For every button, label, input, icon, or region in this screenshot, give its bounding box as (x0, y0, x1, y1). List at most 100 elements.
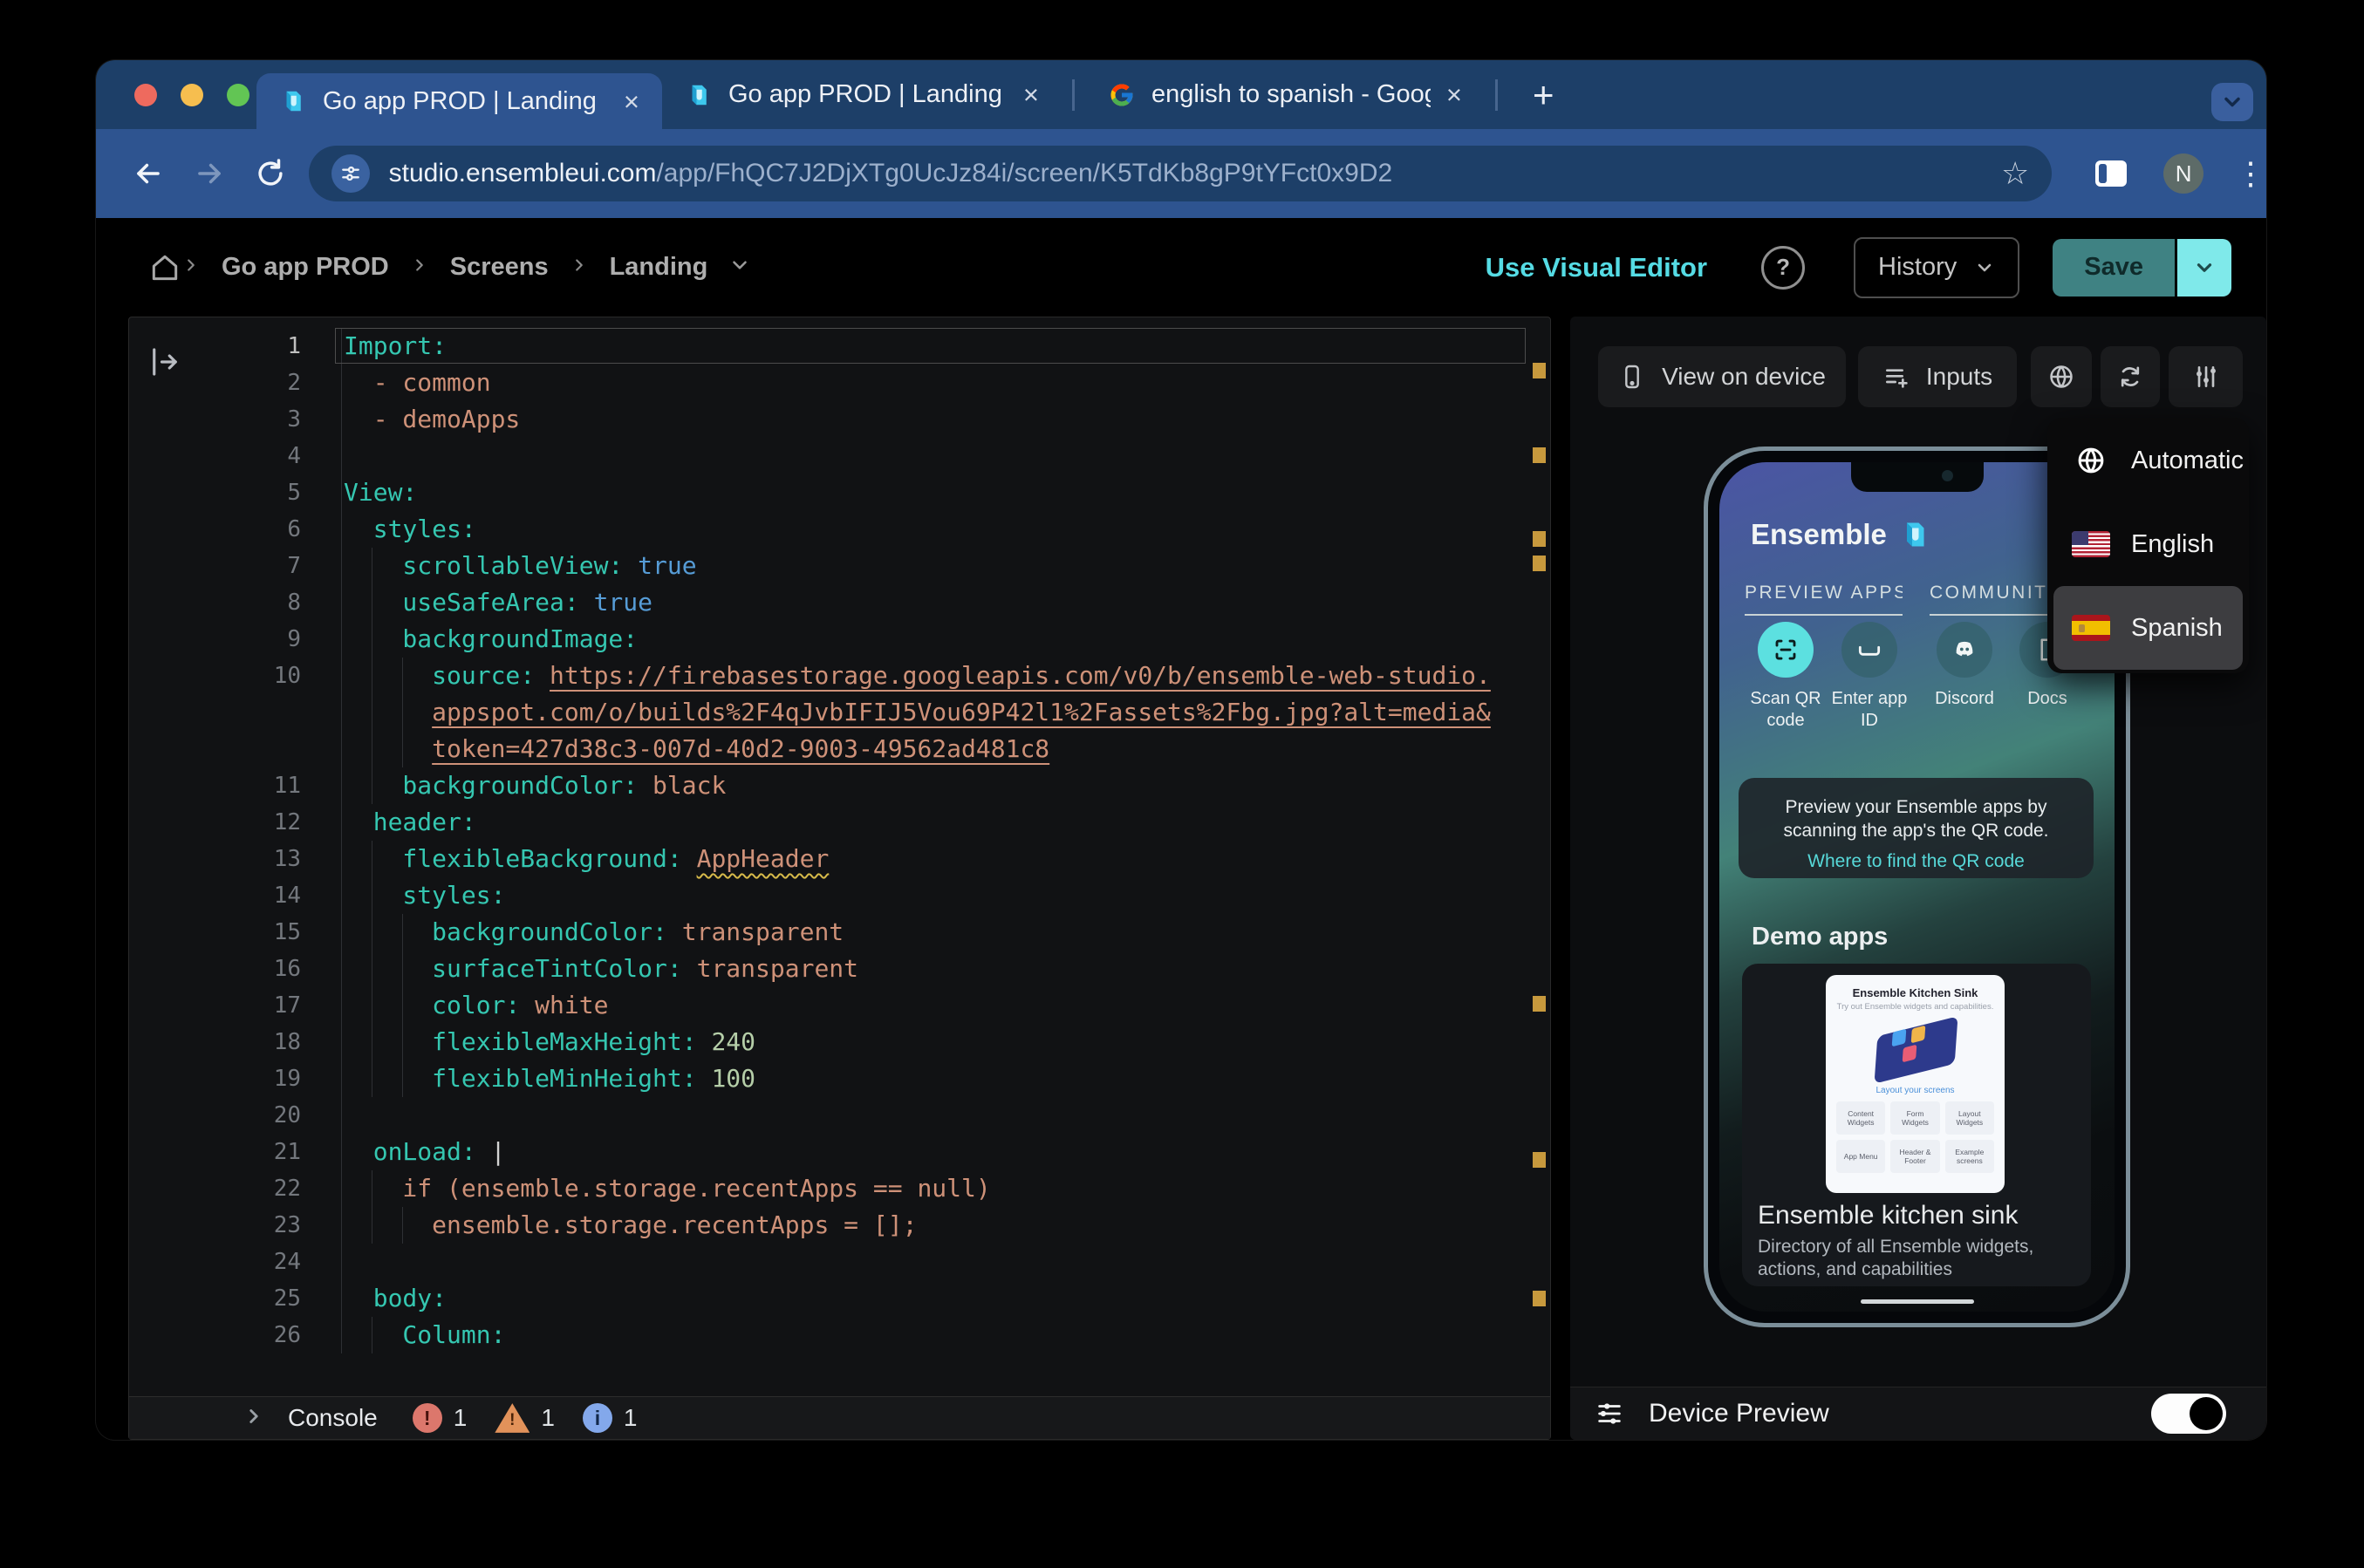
indent-guide (341, 1207, 342, 1244)
device-notch (1851, 462, 1984, 492)
close-window-button[interactable] (134, 84, 157, 106)
thumbnail-tile: Example screens (1945, 1140, 1994, 1173)
code-area[interactable]: 1Import:2 - common3 - demoApps45View:6 s… (129, 328, 1529, 1396)
code-line-15: 15 backgroundColor: transparent (129, 914, 1529, 951)
toggle-knob (2190, 1397, 2223, 1430)
console-badges: !1 !1 i1 (413, 1402, 638, 1434)
line-number: 25 (129, 1280, 301, 1317)
back-icon (132, 157, 165, 190)
line-number: 5 (129, 474, 301, 511)
address-bar[interactable]: studio.ensembleui.com/app/FhQC7J2DjXTg0U… (309, 146, 2053, 201)
tab-close-button[interactable]: × (1023, 81, 1039, 108)
code-text: color: white (344, 987, 608, 1024)
action-qr[interactable]: Scan QR code (1744, 622, 1828, 732)
modified-line-marker (1533, 996, 1546, 1012)
indent-guide (341, 731, 342, 767)
line-number: 6 (129, 511, 301, 548)
action-appid[interactable]: Enter app ID (1828, 622, 1911, 732)
save-menu-button[interactable] (2177, 239, 2231, 297)
code-text: View: (344, 474, 417, 511)
language-option-spanish[interactable]: Spanish (2053, 586, 2243, 670)
indent-guide (341, 474, 342, 511)
thumbnail-title: Ensemble Kitchen Sink (1826, 986, 2005, 999)
help-button[interactable]: ? (1761, 246, 1805, 290)
site-settings-icon[interactable] (331, 154, 370, 193)
code-line-9: 9 backgroundImage: (129, 621, 1529, 658)
code-text: if (ensemble.storage.recentApps == null) (344, 1170, 991, 1207)
reload-button[interactable] (253, 157, 288, 190)
code-text: surfaceTintColor: transparent (344, 951, 858, 987)
demo-app-name: Ensemble kitchen sink (1758, 1201, 2018, 1231)
minimize-window-button[interactable] (181, 84, 203, 106)
forward-button[interactable] (192, 157, 227, 190)
tab-strip: Go app PROD | Landing×Go app PROD | Land… (256, 60, 1554, 129)
code-line-7: 7 scrollableView: true (129, 548, 1529, 584)
console-bar[interactable]: Console !1 !1 i1 (129, 1396, 1550, 1439)
breadcrumb-item-2[interactable]: Landing (610, 253, 708, 282)
indent-guide (341, 658, 342, 694)
browser-window: Go app PROD | Landing×Go app PROD | Land… (96, 60, 2266, 1440)
preview-settings-button[interactable] (2169, 346, 2243, 407)
use-visual-editor-button[interactable]: Use Visual Editor (1486, 252, 1707, 283)
us-flag-icon (2072, 531, 2110, 557)
history-button[interactable]: History (1854, 237, 2019, 298)
code-text: Import: (344, 328, 447, 365)
indent-guide (341, 511, 342, 548)
line-number: 19 (129, 1060, 301, 1097)
console-expand-icon[interactable] (243, 1405, 265, 1432)
screen-select-caret[interactable] (728, 254, 751, 281)
bookmark-star-icon[interactable]: ☆ (2001, 155, 2029, 192)
maximize-window-button[interactable] (227, 84, 249, 106)
qr-circle[interactable] (1758, 622, 1814, 678)
globe-icon (2047, 363, 2075, 391)
refresh-preview-button[interactable] (2101, 346, 2160, 407)
appid-circle[interactable] (1841, 622, 1897, 678)
back-button[interactable] (131, 157, 166, 190)
code-text: backgroundColor: transparent (344, 914, 844, 951)
language-button[interactable] (2031, 346, 2092, 407)
indent-guide (341, 548, 342, 584)
code-text: flexibleMaxHeight: 240 (344, 1024, 755, 1060)
thumbnail-link: Layout your screens (1826, 1086, 2005, 1095)
home-icon[interactable] (148, 251, 181, 284)
demo-app-card[interactable]: Ensemble Kitchen Sink Try out Ensemble w… (1742, 964, 2091, 1286)
console-label: Console (288, 1404, 378, 1432)
us-flag (2072, 531, 2110, 557)
qr-info-link[interactable]: Where to find the QR code (1739, 851, 2094, 872)
modified-line-marker (1533, 363, 1546, 378)
action-discord[interactable]: Discord (1923, 622, 2006, 710)
browser-tab-2[interactable]: english to spanish - Google S× (1085, 60, 1485, 129)
browser-tab-0[interactable]: Go app PROD | Landing× (256, 73, 662, 129)
language-option-automatic[interactable]: Automatic (2047, 419, 2249, 502)
language-option-label: Automatic (2131, 447, 2244, 475)
language-option-english[interactable]: English (2047, 502, 2249, 586)
side-panel-button[interactable] (2095, 160, 2127, 187)
url-host: studio.ensembleui.com (389, 159, 657, 187)
tab-search-button[interactable] (2211, 83, 2253, 121)
breadcrumb-item-0[interactable]: Go app PROD (222, 253, 389, 282)
discord-circle[interactable] (1937, 622, 1992, 678)
new-tab-button[interactable]: + (1533, 77, 1554, 113)
indent-guide (341, 621, 342, 658)
thumbnail-tile: Layout Widgets (1945, 1101, 1994, 1135)
inputs-button[interactable]: Inputs (1858, 346, 2017, 407)
browser-tab-1[interactable]: Go app PROD | Landing × (662, 60, 1062, 129)
device-preview-toggle[interactable] (2151, 1394, 2226, 1434)
save-button-group: Save (2053, 239, 2231, 297)
language-option-label: Spanish (2131, 614, 2223, 643)
save-button[interactable]: Save (2053, 239, 2175, 297)
tune-icon (339, 162, 362, 185)
warning-count: !1 (495, 1402, 555, 1434)
breadcrumb-item-1[interactable]: Screens (450, 253, 549, 282)
profile-avatar[interactable]: N (2163, 153, 2203, 194)
indent-guide (341, 951, 342, 987)
tab-title: Go app PROD | Landing (728, 80, 1008, 109)
tab-close-button[interactable]: × (624, 88, 639, 115)
indent-guide (341, 1134, 342, 1170)
view-on-device-button[interactable]: View on device (1598, 346, 1846, 407)
chevron-down-icon (2220, 90, 2244, 114)
scan-qr-icon (1773, 637, 1799, 663)
browser-menu-button[interactable]: ⋮ (2235, 155, 2266, 192)
code-line-12: 12 header: (129, 804, 1529, 841)
tab-close-button[interactable]: × (1446, 81, 1462, 108)
